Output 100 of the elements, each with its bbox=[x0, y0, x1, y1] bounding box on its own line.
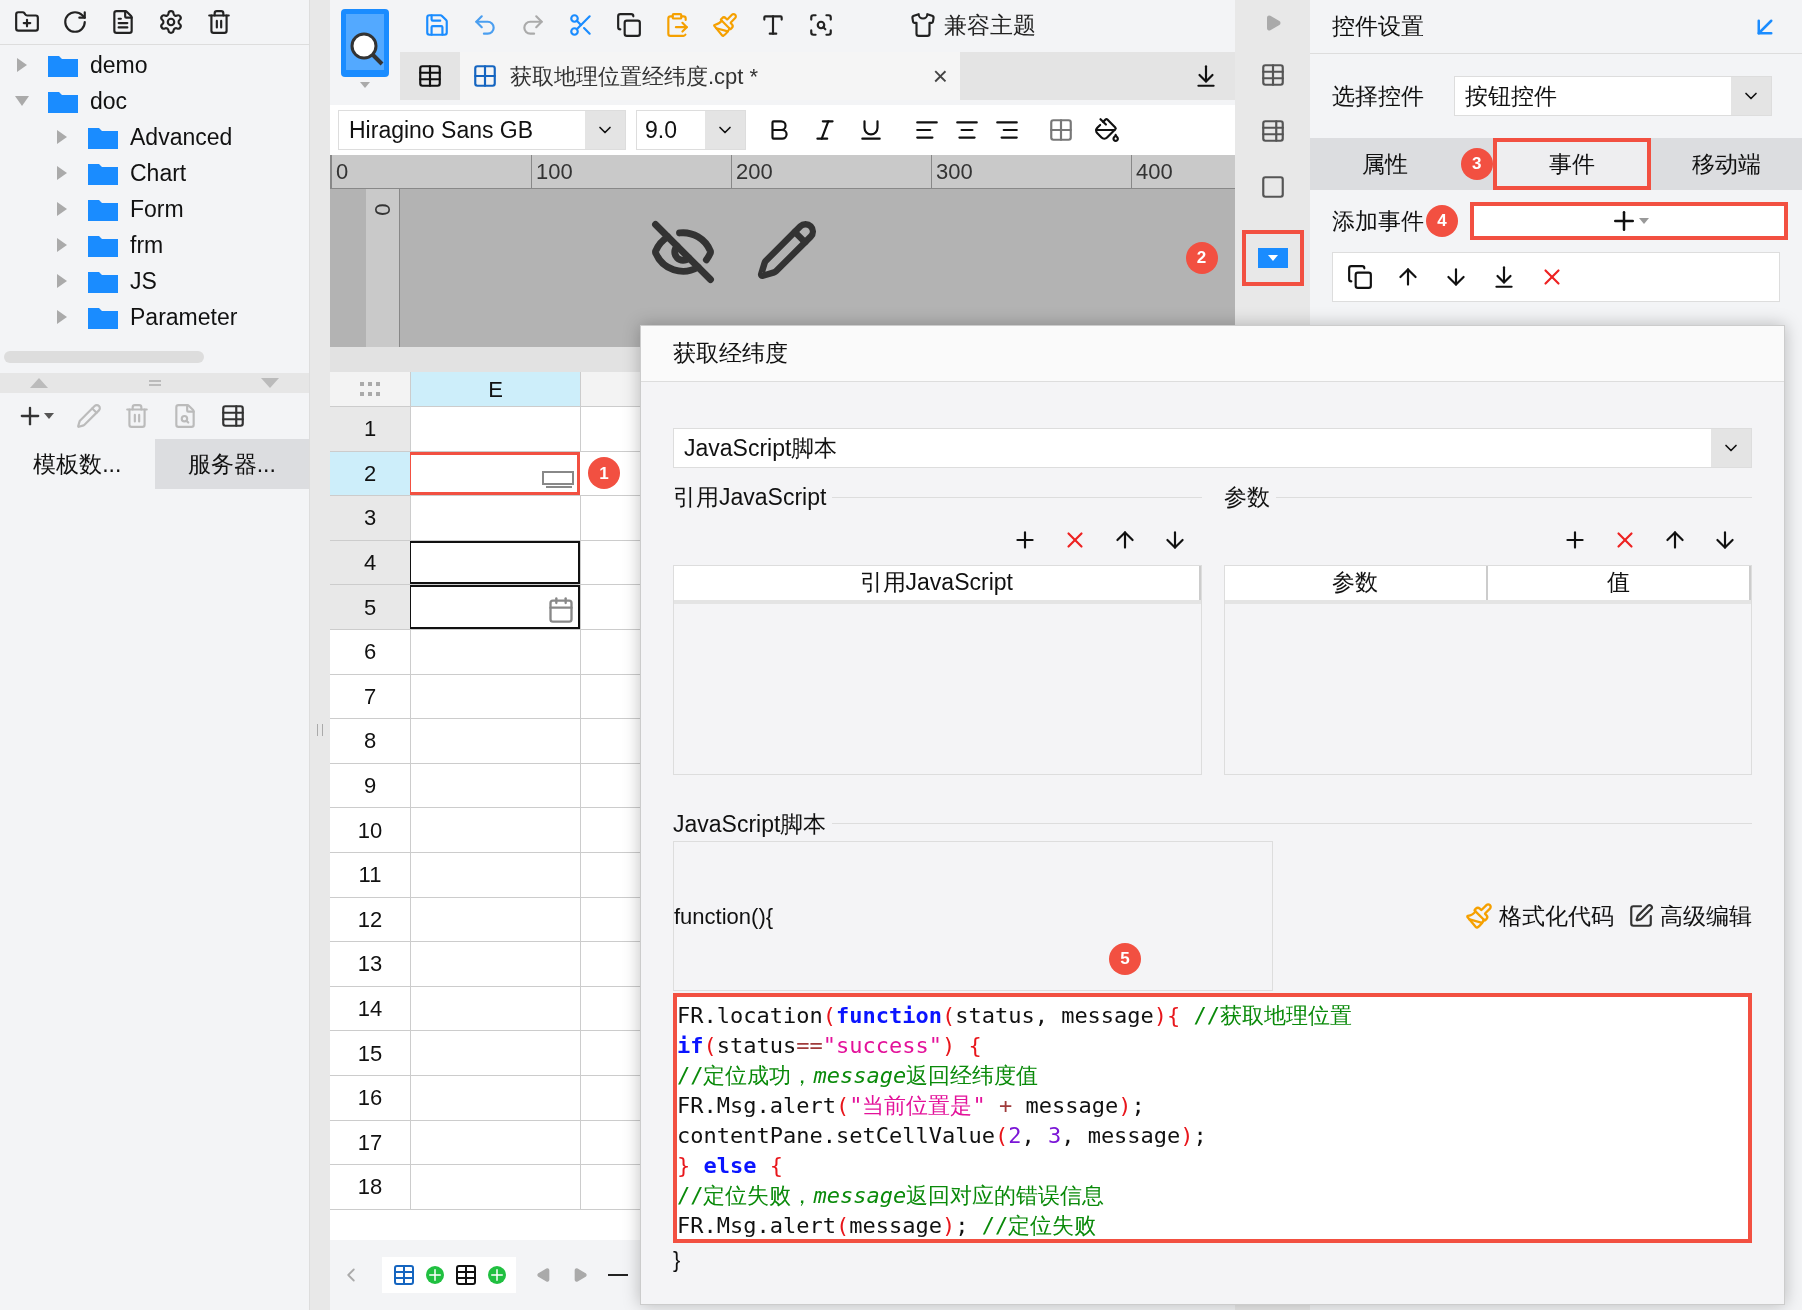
column-header[interactable]: 参数 bbox=[1224, 565, 1488, 600]
redo-icon[interactable] bbox=[520, 12, 546, 38]
tree-item[interactable]: doc bbox=[90, 83, 128, 119]
widget-panel-icon[interactable] bbox=[1259, 62, 1286, 88]
code-header: function(){ bbox=[674, 902, 774, 931]
select-all-icon[interactable] bbox=[360, 382, 380, 396]
number-badge: 4 bbox=[1426, 205, 1458, 237]
ruler-label: 200 bbox=[736, 159, 773, 184]
data-connection-icon[interactable] bbox=[220, 403, 246, 429]
type-select[interactable]: JavaScript脚本 bbox=[673, 428, 1752, 468]
settings-icon[interactable] bbox=[158, 9, 184, 35]
font-select[interactable]: Hiragino Sans GB bbox=[338, 110, 626, 150]
table-cell[interactable] bbox=[410, 540, 580, 585]
edit-icon bbox=[1628, 903, 1654, 929]
folder-icon bbox=[88, 125, 118, 149]
text-search-icon[interactable] bbox=[760, 12, 786, 38]
panel-tab[interactable]: 事件 bbox=[1492, 138, 1652, 190]
tree-item[interactable]: demo bbox=[90, 47, 148, 83]
theme-button[interactable]: 兼容主题 bbox=[910, 7, 1036, 43]
code-line: if(status=="success") { bbox=[677, 1032, 983, 1060]
format-code-button[interactable]: 格式化代码 bbox=[1465, 898, 1614, 934]
copy-icon[interactable] bbox=[616, 12, 642, 38]
advanced-edit-button[interactable]: 高级编辑 bbox=[1628, 898, 1752, 934]
sheet-tab-icons[interactable] bbox=[382, 1257, 516, 1293]
folder-icon bbox=[88, 161, 118, 185]
undo-icon[interactable] bbox=[472, 12, 498, 38]
panel-tab[interactable]: 移动端 bbox=[1651, 138, 1802, 190]
number-badge: 5 bbox=[1109, 943, 1141, 975]
column-header[interactable]: 值 bbox=[1487, 565, 1751, 600]
file-tab-title: 获取地理位置经纬度.cpt * bbox=[510, 62, 759, 91]
ruler-label: 0 bbox=[336, 159, 349, 184]
tree-item[interactable]: Form bbox=[130, 191, 184, 227]
caret-icon bbox=[1639, 218, 1649, 224]
add-event-button[interactable] bbox=[1470, 202, 1788, 240]
folder-icon bbox=[88, 269, 118, 293]
button-widget-icon bbox=[542, 471, 574, 490]
ruler-label: 100 bbox=[536, 159, 573, 184]
splitter-grip-icon[interactable] bbox=[317, 724, 323, 736]
horizontal-scrollbar[interactable] bbox=[4, 351, 204, 363]
tree-item[interactable]: Chart bbox=[130, 155, 187, 191]
column-header[interactable]: E bbox=[410, 372, 580, 406]
code-line: //定位成功，message返回经纬度值 bbox=[677, 1062, 1040, 1090]
close-icon[interactable]: × bbox=[932, 56, 948, 96]
calendar-icon bbox=[547, 595, 575, 624]
cut-icon[interactable] bbox=[568, 12, 594, 38]
save-icon[interactable] bbox=[424, 12, 450, 38]
code-footer: } bbox=[673, 1243, 1752, 1276]
grip-icon[interactable] bbox=[148, 380, 161, 386]
pencil-icon bbox=[756, 219, 818, 281]
table-cell[interactable] bbox=[410, 451, 580, 496]
widget-select[interactable]: 按钮控件 bbox=[1454, 76, 1772, 116]
code-line: FR.Msg.alert("当前位置是" + message); bbox=[677, 1092, 1146, 1120]
ruler-label: 300 bbox=[936, 159, 973, 184]
row-header[interactable]: 2 bbox=[330, 451, 410, 496]
section-title: JavaScript脚本 bbox=[673, 809, 827, 839]
panel-tab[interactable]: 服务器... bbox=[154, 439, 309, 489]
tree-item[interactable]: Advanced bbox=[130, 119, 233, 155]
font-size-select[interactable]: 9.0 bbox=[636, 110, 746, 150]
shirt-icon bbox=[910, 12, 936, 38]
copy-icon[interactable] bbox=[1347, 264, 1373, 290]
folder-icon bbox=[48, 53, 78, 77]
row-header[interactable]: 4 bbox=[330, 540, 410, 585]
tree-item[interactable]: frm bbox=[130, 227, 164, 263]
code-line: FR.Msg.alert(message); //定位失败 bbox=[677, 1212, 1098, 1240]
report-file-icon bbox=[472, 63, 498, 89]
tree-item[interactable]: Parameter bbox=[130, 299, 238, 335]
folder-icon bbox=[88, 197, 118, 221]
frame-icon[interactable] bbox=[1259, 174, 1286, 200]
dropdown-arrow-icon[interactable] bbox=[360, 82, 370, 88]
code-line: FR.location(function(status, message){ //获取地理位置 bbox=[677, 1002, 1354, 1030]
fill-color-icon[interactable] bbox=[1094, 117, 1120, 143]
brush-icon bbox=[1465, 902, 1493, 930]
ruler-label: 400 bbox=[1136, 159, 1173, 184]
ruler-label: 0 bbox=[369, 202, 396, 218]
tree-item[interactable]: JS bbox=[130, 263, 157, 299]
code-line: } else { bbox=[677, 1152, 784, 1180]
report-logo-icon[interactable] bbox=[340, 8, 390, 78]
code-editor[interactable] bbox=[673, 993, 1752, 1243]
panel-title: 控件设置 bbox=[1332, 12, 1424, 42]
row-header[interactable]: 1 bbox=[330, 407, 410, 451]
folder-icon bbox=[48, 89, 78, 113]
new-sheet-icon[interactable] bbox=[417, 63, 443, 89]
dialog-title: 获取经纬度 bbox=[673, 339, 788, 369]
format-brush-icon[interactable] bbox=[712, 12, 738, 38]
underline-icon[interactable] bbox=[858, 117, 884, 143]
button-widget-icon[interactable] bbox=[1241, 230, 1304, 286]
table-cell[interactable] bbox=[410, 585, 580, 629]
paste-icon[interactable] bbox=[664, 12, 690, 38]
widget-info-icon[interactable] bbox=[1259, 118, 1286, 144]
border-icon[interactable] bbox=[1048, 117, 1074, 143]
panel-tab[interactable]: 属性 bbox=[1310, 138, 1461, 190]
new-folder-icon[interactable] bbox=[14, 9, 40, 35]
delete-icon[interactable] bbox=[206, 9, 232, 35]
row-header[interactable]: 5 bbox=[330, 585, 410, 629]
chart-search-icon[interactable] bbox=[808, 12, 834, 38]
code-line: //定位失败，message返回对应的错误信息 bbox=[677, 1182, 1106, 1210]
number-badge: 1 bbox=[588, 457, 620, 490]
document-icon[interactable] bbox=[110, 9, 136, 35]
refresh-icon[interactable] bbox=[62, 9, 88, 35]
row-header[interactable]: 3 bbox=[330, 496, 410, 540]
